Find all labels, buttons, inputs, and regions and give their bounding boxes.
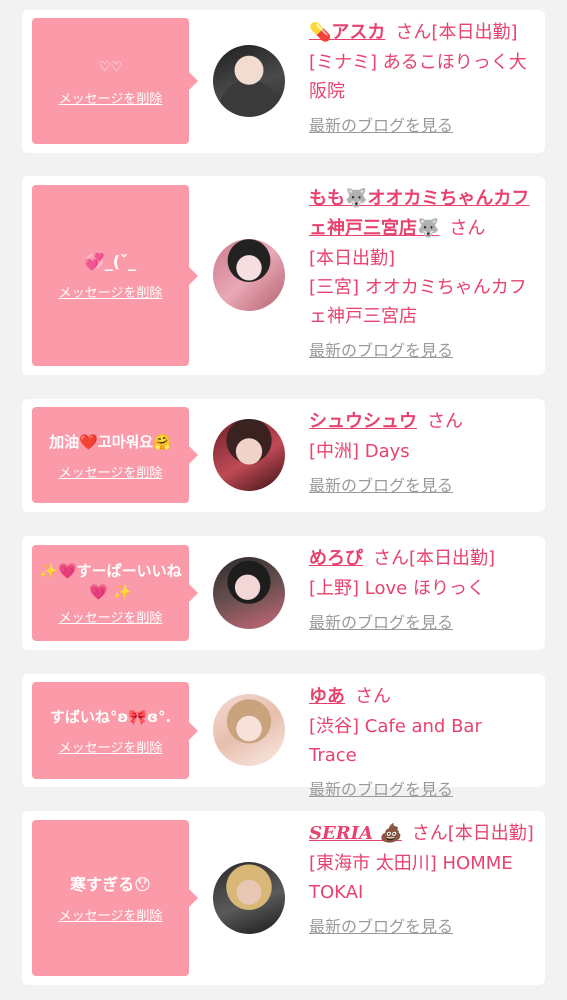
message-text: 加油❤️고마워요🤗 (49, 432, 172, 451)
shop-name: [渋谷] Cafe and Bar Trace (309, 716, 482, 766)
cast-honorific: さん[本日出勤] (395, 22, 518, 43)
message-bubble: ✨💗すーぱーいいね💗 ✨ メッセージを削除 (32, 545, 198, 641)
avatar[interactable] (213, 694, 285, 766)
cast-info: SERIA 💩 さん[本日出勤] [東海市 太田川] HOMME TOKAI 最新… (309, 819, 535, 937)
message-text: 💞_(ˇ_ (84, 252, 137, 271)
delete-message-link[interactable]: メッセージを削除 (59, 88, 163, 107)
message-card: 💞_(ˇ_ メッセージを削除 もも🐺オオカミちゃんカフェ神戸三宮店🐺 さん [本日… (22, 176, 545, 375)
cast-name-link[interactable]: めろぴ (309, 548, 363, 569)
message-card: ✨💗すーぱーいいね💗 ✨ メッセージを削除 めろぴ さん[本日出勤] [上野] L… (22, 536, 545, 650)
cast-info: 💊アスカ さん[本日出勤] [ミナミ] あるこほりっく大阪院 最新のブログを見る (309, 18, 535, 136)
cast-info: めろぴ さん[本日出勤] [上野] Love ほりっく 最新のブログを見る (309, 544, 535, 633)
message-card: 加油❤️고마워요🤗 メッセージを削除 シュウシュウ さん [中洲] Days 最新… (22, 399, 545, 512)
avatar[interactable] (213, 862, 285, 934)
cast-honorific: さん[本日出勤] (373, 548, 496, 569)
shop-name: [三宮] オオカミちゃんカフェ神戸三宮店 (309, 277, 527, 327)
cast-honorific: さん[本日出勤] (411, 823, 534, 844)
delete-message-link[interactable]: メッセージを削除 (59, 462, 163, 481)
delete-message-link[interactable]: メッセージを削除 (59, 905, 163, 924)
message-text: 寒すぎる😯 (70, 874, 151, 894)
message-text: ♡♡ (98, 59, 123, 75)
cast-name-link[interactable]: 💊アスカ (309, 22, 385, 43)
latest-blog-link[interactable]: 最新のブログを見る (309, 609, 535, 633)
latest-blog-link[interactable]: 最新のブログを見る (309, 913, 535, 937)
cast-status: [本日出勤] (309, 248, 396, 269)
shop-name: [中洲] Days (309, 441, 410, 462)
message-bubble: 寒すぎる😯 メッセージを削除 (32, 820, 198, 976)
cast-name-link[interactable]: もも🐺オオカミちゃんカフェ神戸三宮店🐺 (309, 188, 529, 239)
cast-honorific: さん (355, 686, 391, 707)
latest-blog-link[interactable]: 最新のブログを見る (309, 776, 535, 800)
cast-info: もも🐺オオカミちゃんカフェ神戸三宮店🐺 さん [本日出勤] [三宮] オオカミちゃ… (309, 184, 535, 361)
avatar[interactable] (213, 45, 285, 117)
shop-name: [上野] Love ほりっく (309, 578, 485, 599)
message-text: すばいね°ʚ🎀ɞ°. (49, 708, 172, 726)
latest-blog-link[interactable]: 最新のブログを見る (309, 112, 535, 136)
message-card: 寒すぎる😯 メッセージを削除 SERIA 💩 さん[本日出勤] [東海市 太田川]… (22, 811, 545, 985)
message-bubble: すばいね°ʚ🎀ɞ°. メッセージを削除 (32, 682, 198, 779)
message-bubble: 💞_(ˇ_ メッセージを削除 (32, 185, 198, 366)
shop-name: [東海市 太田川] HOMME TOKAI (309, 853, 513, 903)
message-bubble: ♡♡ メッセージを削除 (32, 18, 198, 144)
avatar[interactable] (213, 239, 285, 311)
cast-name-link[interactable]: SERIA 💩 (309, 823, 402, 844)
cast-honorific: さん (427, 411, 463, 432)
latest-blog-link[interactable]: 最新のブログを見る (309, 472, 535, 496)
delete-message-link[interactable]: メッセージを削除 (59, 737, 163, 756)
message-card: すばいね°ʚ🎀ɞ°. メッセージを削除 ゆあ さん [渋谷] Cafe and B… (22, 674, 545, 799)
avatar[interactable] (213, 557, 285, 629)
delete-message-link[interactable]: メッセージを削除 (59, 282, 163, 301)
message-bubble: 加油❤️고마워요🤗 メッセージを削除 (32, 407, 198, 503)
avatar[interactable] (213, 419, 285, 491)
message-card: ♡♡ メッセージを削除 💊アスカ さん[本日出勤] [ミナミ] あるこほりっく大阪… (22, 10, 545, 153)
shop-name: [ミナミ] あるこほりっく大阪院 (309, 52, 527, 102)
cast-honorific: さん (449, 218, 486, 239)
delete-message-link[interactable]: メッセージを削除 (59, 607, 163, 626)
message-text: ✨💗すーぱーいいね💗 ✨ (39, 561, 182, 601)
latest-blog-link[interactable]: 最新のブログを見る (309, 337, 535, 361)
cast-info: シュウシュウ さん [中洲] Days 最新のブログを見る (309, 407, 535, 496)
cast-name-link[interactable]: ゆあ (309, 686, 345, 707)
cast-name-link[interactable]: シュウシュウ (309, 411, 417, 432)
cast-info: ゆあ さん [渋谷] Cafe and Bar Trace 最新のブログを見る (309, 682, 535, 800)
